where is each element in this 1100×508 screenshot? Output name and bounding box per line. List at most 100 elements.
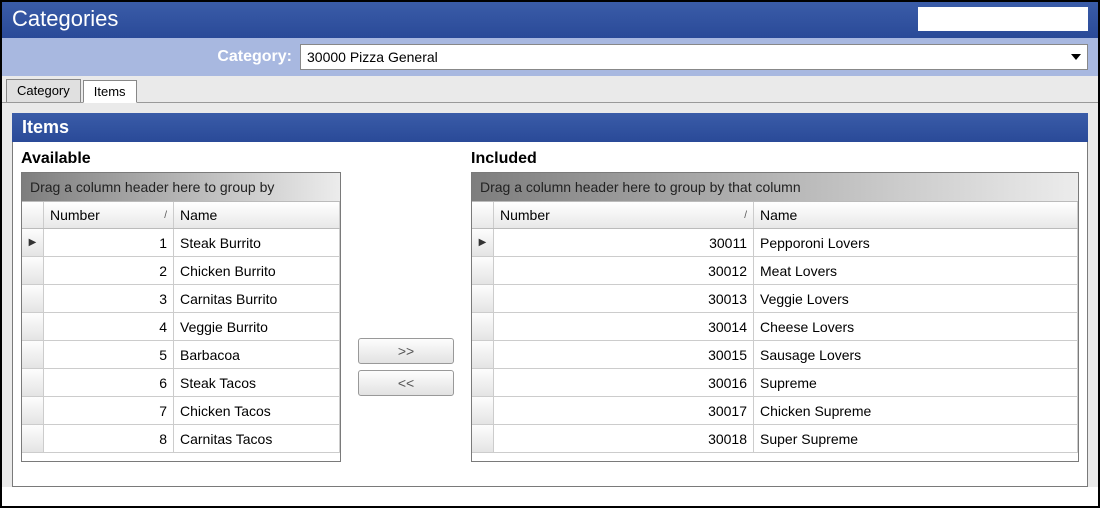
page-title: Categories [12, 6, 118, 32]
transfer-buttons: >> << [341, 148, 471, 486]
table-row[interactable]: 2Chicken Burrito [22, 257, 340, 285]
cell-name: Pepporoni Lovers [754, 229, 1078, 256]
available-row-selector-header [22, 202, 44, 228]
cell-number: 30014 [494, 313, 754, 340]
cell-number: 4 [44, 313, 174, 340]
included-column-headers: Number / Name [472, 201, 1078, 229]
items-panel-header: Items [12, 113, 1088, 142]
items-panel-body: Available Drag a column header here to g… [12, 142, 1088, 487]
sort-ascending-icon: / [744, 210, 747, 221]
cell-number: 3 [44, 285, 174, 312]
table-row[interactable]: 7Chicken Tacos [22, 397, 340, 425]
available-col-number[interactable]: Number / [44, 202, 174, 228]
header-search-box[interactable] [918, 7, 1088, 31]
remove-all-button[interactable]: << [358, 370, 454, 396]
table-row[interactable]: 30012Meat Lovers [472, 257, 1078, 285]
cell-name: Chicken Burrito [174, 257, 340, 284]
content-area: Items Available Drag a column header her… [2, 103, 1098, 487]
cell-number: 1 [44, 229, 174, 256]
available-col-name[interactable]: Name [174, 202, 340, 228]
row-indicator[interactable] [472, 369, 494, 396]
table-row[interactable]: 8Carnitas Tacos [22, 425, 340, 453]
cell-number: 30013 [494, 285, 754, 312]
cell-name: Veggie Burrito [174, 313, 340, 340]
included-col-number[interactable]: Number / [494, 202, 754, 228]
included-col-name[interactable]: Name [754, 202, 1078, 228]
cell-name: Barbacoa [174, 341, 340, 368]
table-row[interactable]: 6Steak Tacos [22, 369, 340, 397]
cell-name: Super Supreme [754, 425, 1078, 452]
tab-items[interactable]: Items [83, 80, 137, 103]
row-indicator[interactable] [22, 285, 44, 312]
cell-number: 2 [44, 257, 174, 284]
table-row[interactable]: 3Carnitas Burrito [22, 285, 340, 313]
cell-number: 8 [44, 425, 174, 452]
available-rows[interactable]: 1Steak Burrito2Chicken Burrito3Carnitas … [22, 229, 340, 461]
row-indicator[interactable] [472, 397, 494, 424]
table-row[interactable]: 30015Sausage Lovers [472, 341, 1078, 369]
row-indicator[interactable] [472, 425, 494, 452]
included-row-selector-header [472, 202, 494, 228]
available-title: Available [21, 148, 341, 172]
table-row[interactable]: 30016Supreme [472, 369, 1078, 397]
category-label: Category: [12, 48, 292, 66]
cell-number: 30016 [494, 369, 754, 396]
cell-name: Supreme [754, 369, 1078, 396]
table-row[interactable]: 30018Super Supreme [472, 425, 1078, 453]
cell-name: Chicken Tacos [174, 397, 340, 424]
cell-number: 30011 [494, 229, 754, 256]
cell-name: Veggie Lovers [754, 285, 1078, 312]
cell-number: 7 [44, 397, 174, 424]
cell-name: Meat Lovers [754, 257, 1078, 284]
cell-name: Steak Burrito [174, 229, 340, 256]
available-column-headers: Number / Name [22, 201, 340, 229]
table-row[interactable]: 30011Pepporoni Lovers [472, 229, 1078, 257]
row-indicator[interactable] [22, 257, 44, 284]
row-indicator[interactable] [472, 257, 494, 284]
included-grid: Drag a column header here to group by th… [471, 172, 1079, 462]
cell-number: 30017 [494, 397, 754, 424]
row-indicator[interactable] [22, 425, 44, 452]
cell-number: 30015 [494, 341, 754, 368]
add-all-button[interactable]: >> [358, 338, 454, 364]
cell-name: Sausage Lovers [754, 341, 1078, 368]
included-column: Included Drag a column header here to gr… [471, 148, 1079, 486]
available-grid: Drag a column header here to group by Nu… [21, 172, 341, 462]
table-row[interactable]: 1Steak Burrito [22, 229, 340, 257]
available-column: Available Drag a column header here to g… [21, 148, 341, 486]
tab-strip: Category Items [2, 76, 1098, 103]
row-indicator[interactable] [472, 229, 494, 256]
cell-name: Steak Tacos [174, 369, 340, 396]
cell-name: Carnitas Burrito [174, 285, 340, 312]
included-title: Included [471, 148, 1079, 172]
table-row[interactable]: 4Veggie Burrito [22, 313, 340, 341]
row-indicator[interactable] [22, 313, 44, 340]
page-header: Categories [2, 2, 1098, 38]
category-bar: Category: 30000 Pizza General [2, 38, 1098, 76]
cell-number: 5 [44, 341, 174, 368]
row-indicator[interactable] [22, 341, 44, 368]
category-select-value: 30000 Pizza General [307, 49, 438, 65]
table-row[interactable]: 5Barbacoa [22, 341, 340, 369]
table-row[interactable]: 30017Chicken Supreme [472, 397, 1078, 425]
cell-name: Cheese Lovers [754, 313, 1078, 340]
cell-number: 30018 [494, 425, 754, 452]
table-row[interactable]: 30013Veggie Lovers [472, 285, 1078, 313]
row-indicator[interactable] [22, 397, 44, 424]
row-indicator[interactable] [472, 285, 494, 312]
chevron-down-icon [1071, 54, 1081, 60]
row-indicator[interactable] [472, 341, 494, 368]
available-group-by-bar[interactable]: Drag a column header here to group by [22, 173, 340, 201]
included-rows[interactable]: 30011Pepporoni Lovers30012Meat Lovers300… [472, 229, 1078, 461]
cell-number: 30012 [494, 257, 754, 284]
cell-name: Chicken Supreme [754, 397, 1078, 424]
row-indicator[interactable] [22, 369, 44, 396]
table-row[interactable]: 30014Cheese Lovers [472, 313, 1078, 341]
row-indicator[interactable] [22, 229, 44, 256]
cell-number: 6 [44, 369, 174, 396]
row-indicator[interactable] [472, 313, 494, 340]
included-group-by-bar[interactable]: Drag a column header here to group by th… [472, 173, 1078, 201]
sort-ascending-icon: / [164, 210, 167, 221]
category-select[interactable]: 30000 Pizza General [300, 44, 1088, 70]
tab-category[interactable]: Category [6, 79, 81, 102]
